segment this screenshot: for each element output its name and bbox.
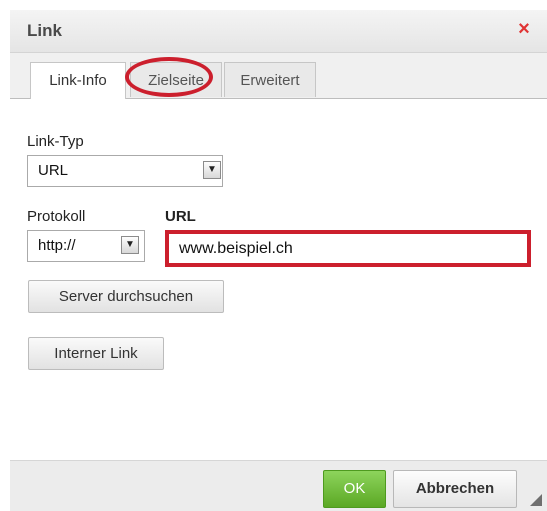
tab-bar: Link-Info Zielseite Erweitert: [10, 53, 547, 99]
protocol-value: http://: [38, 237, 76, 254]
tab-zielseite[interactable]: Zielseite: [130, 62, 222, 97]
chevron-down-icon[interactable]: ▼: [121, 236, 139, 254]
link-type-value: URL: [38, 162, 69, 179]
close-icon[interactable]: ×: [513, 18, 535, 40]
cancel-button[interactable]: Abbrechen: [393, 470, 517, 508]
url-input[interactable]: [165, 230, 531, 267]
dialog-titlebar[interactable]: Link ×: [10, 10, 547, 53]
tab-link-info[interactable]: Link-Info: [30, 62, 126, 99]
dialog-title: Link: [27, 21, 62, 40]
url-label: URL: [165, 208, 196, 225]
link-dialog: Link × Link-Info Zielseite Erweitert Lin…: [0, 0, 547, 511]
protocol-select[interactable]: http:// ▼: [27, 230, 145, 262]
internal-link-button[interactable]: Interner Link: [28, 337, 164, 370]
ok-button[interactable]: OK: [323, 470, 386, 508]
browse-server-button[interactable]: Server durchsuchen: [28, 280, 224, 313]
chevron-down-icon[interactable]: ▼: [203, 161, 221, 179]
dialog-footer: OK Abbrechen: [10, 460, 547, 511]
link-type-label: Link-Typ: [27, 133, 84, 150]
resize-grip-icon[interactable]: [530, 494, 542, 506]
protocol-label: Protokoll: [27, 208, 86, 225]
link-type-select[interactable]: URL ▼: [27, 155, 223, 187]
tab-erweitert[interactable]: Erweitert: [224, 62, 316, 97]
